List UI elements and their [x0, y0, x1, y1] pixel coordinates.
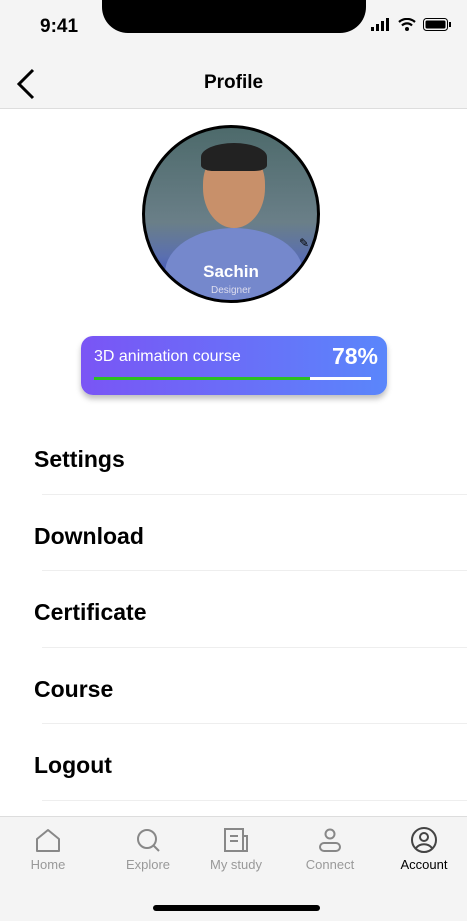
avatar-photo-hair	[201, 143, 267, 171]
progress-bar	[94, 377, 371, 380]
tab-home[interactable]: Home	[8, 827, 88, 872]
status-bar: 9:41	[0, 0, 467, 60]
signal-icon	[371, 18, 389, 31]
tab-label: My study	[209, 857, 262, 872]
menu-item-label: Logout	[34, 752, 112, 778]
tab-my-study[interactable]: My study	[196, 827, 276, 872]
course-name: 3D animation course	[94, 348, 241, 365]
top-nav: Profile	[0, 60, 467, 109]
menu-item-certificate[interactable]: Certificate	[0, 571, 467, 648]
tab-explore[interactable]: Explore	[108, 827, 188, 872]
tab-label: Account	[400, 857, 448, 872]
status-icons	[371, 18, 451, 31]
avatar[interactable]: ✎ Sachin Designer	[142, 125, 320, 303]
menu-item-logout[interactable]: Logout	[0, 724, 467, 801]
progress-fill	[94, 377, 311, 380]
course-progress-card[interactable]: 3D animation course 78%	[81, 336, 387, 395]
tab-connect[interactable]: Connect	[290, 827, 370, 872]
menu-item-label: Settings	[34, 446, 125, 472]
profile-name: Sachin	[203, 262, 259, 281]
bottom-tab-bar: Home Explore My study Connect Account	[0, 816, 467, 921]
person-icon	[319, 828, 341, 852]
battery-icon	[423, 18, 451, 31]
search-icon	[137, 829, 160, 852]
home-icon	[36, 829, 60, 852]
tab-label: Home	[30, 857, 66, 872]
page-title: Profile	[203, 72, 264, 93]
home-indicator	[153, 905, 320, 911]
menu-item-label: Download	[34, 522, 144, 549]
tab-label: Connect	[305, 857, 355, 872]
tab-account[interactable]: Account	[384, 827, 464, 872]
menu-item-settings[interactable]: Settings	[0, 418, 467, 495]
menu-item-label: Course	[34, 675, 114, 702]
menu-item-download[interactable]: Download	[0, 495, 467, 572]
wifi-icon	[398, 18, 416, 31]
status-time: 9:41	[40, 16, 79, 37]
book-icon	[224, 828, 248, 852]
account-icon	[411, 827, 437, 853]
tab-label: Explore	[125, 857, 171, 872]
menu-item-course[interactable]: Course	[0, 648, 467, 725]
notch	[102, 0, 366, 33]
profile-role: Designer	[210, 285, 252, 296]
menu-item-label: Certificate	[34, 599, 147, 625]
course-percent: 78%	[331, 343, 378, 369]
menu-list: Settings Download Certificate Course Log…	[0, 418, 467, 801]
edit-pencil-icon[interactable]: ✎	[299, 236, 309, 250]
